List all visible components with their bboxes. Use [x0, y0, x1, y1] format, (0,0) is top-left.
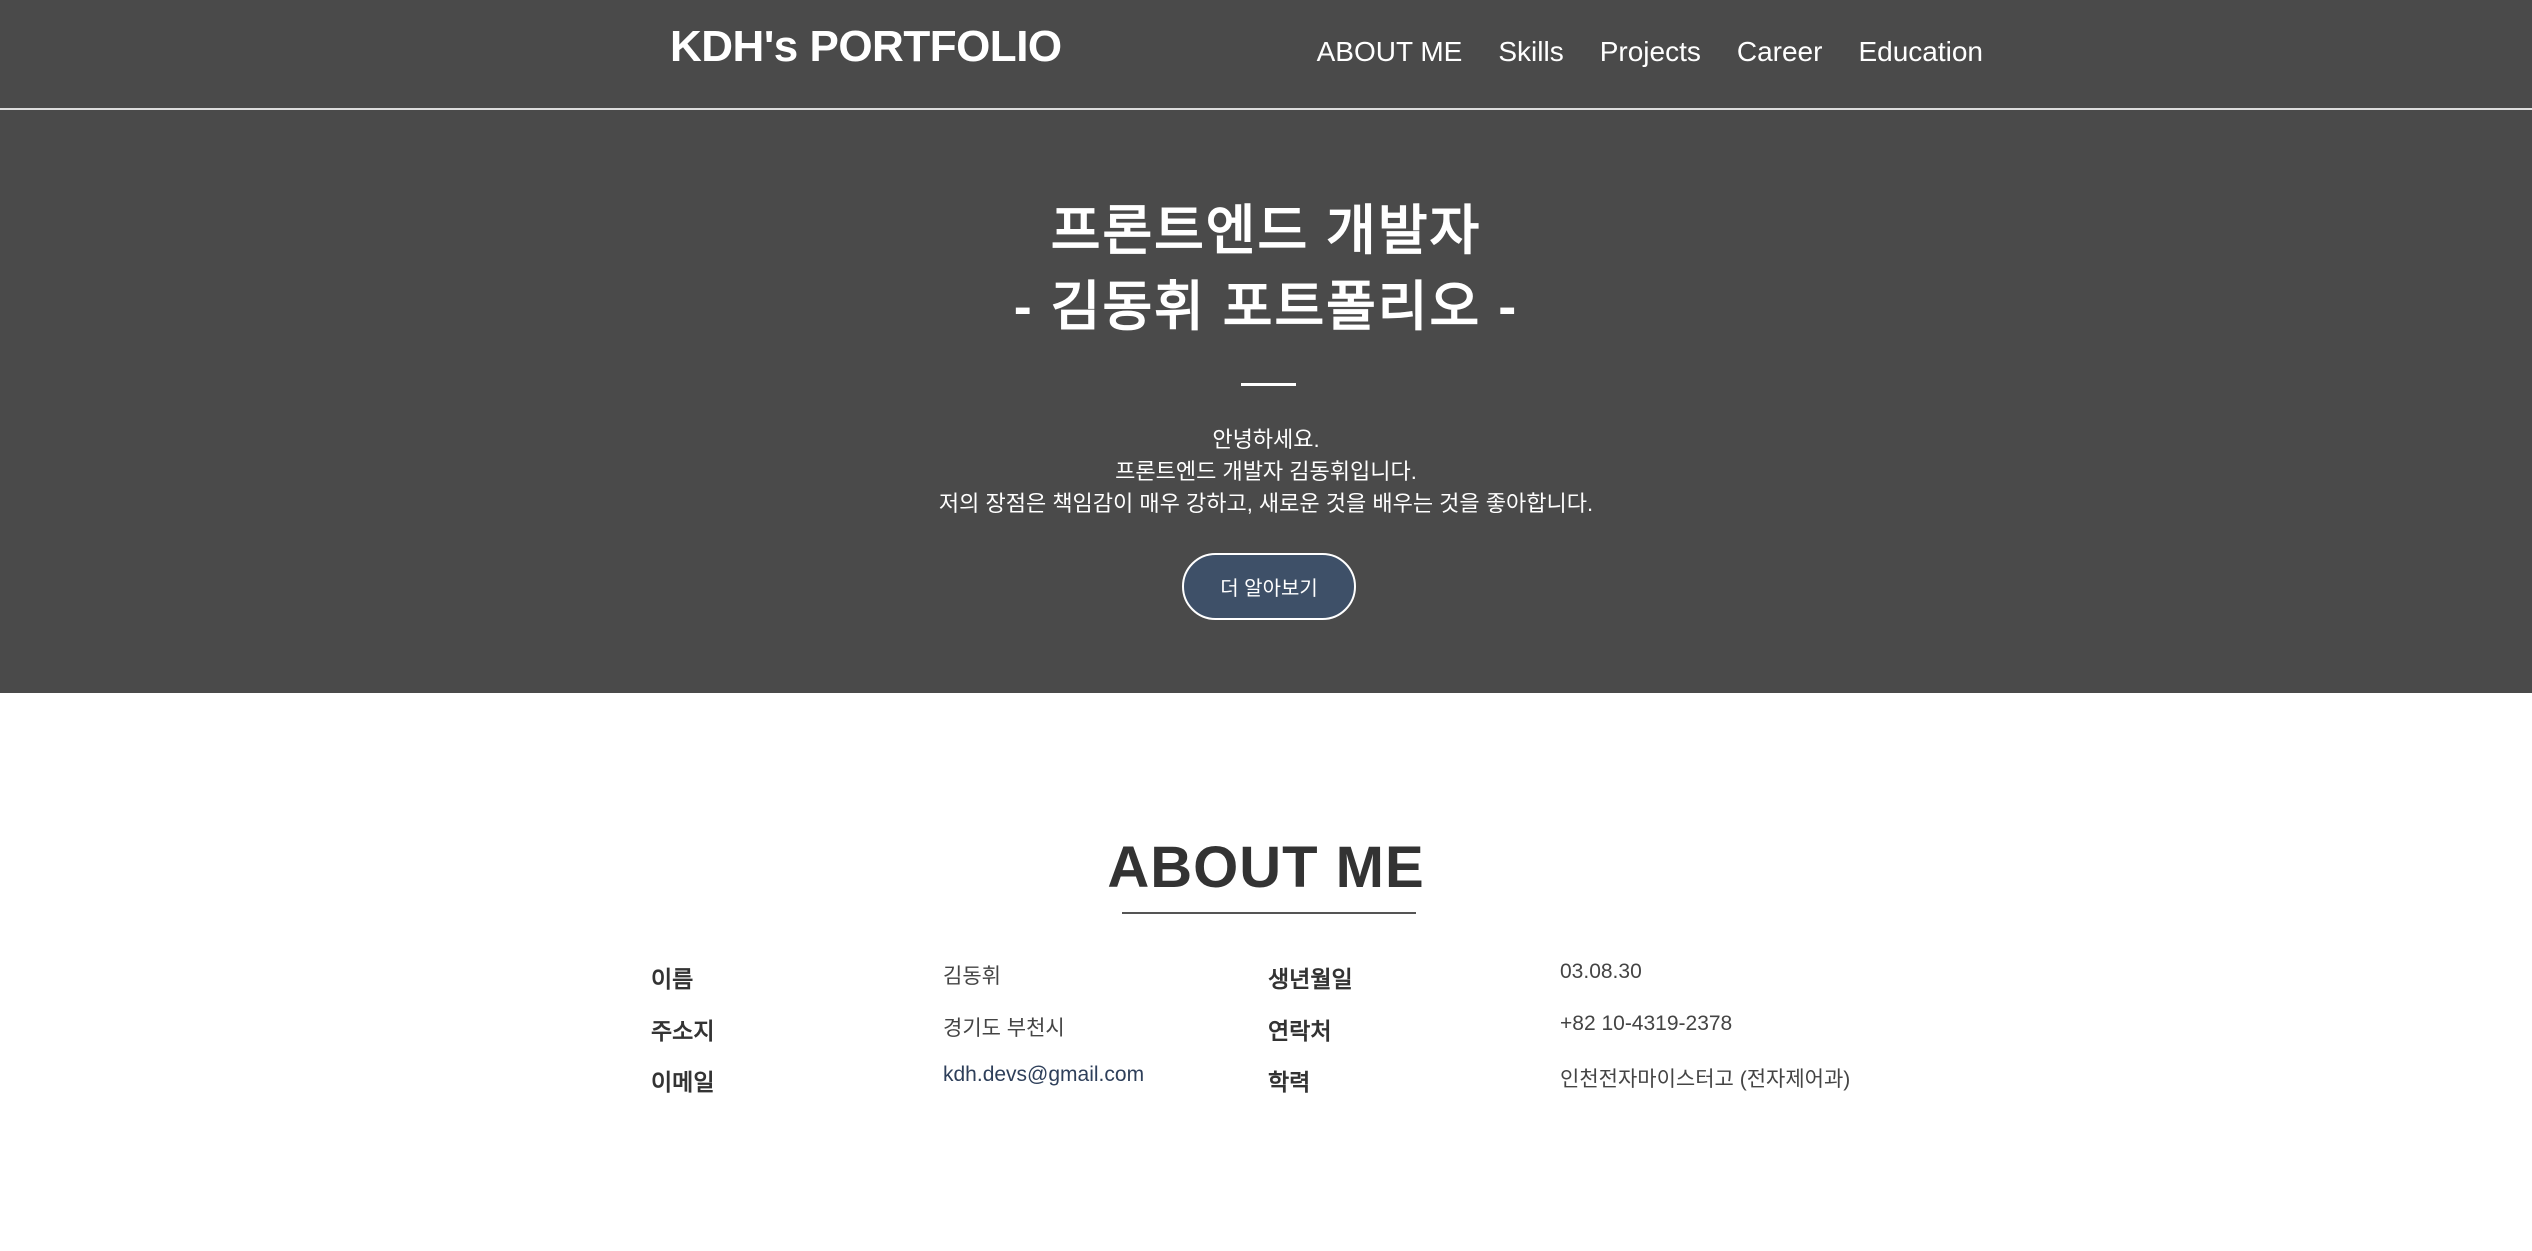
field-label-address: 주소지 [651, 1018, 715, 1044]
field-label-contact: 연락처 [1268, 1018, 1332, 1044]
nav-projects[interactable]: Projects [1600, 36, 1701, 68]
field-value-address: 경기도 부천시 [943, 1017, 1065, 1040]
learn-more-button[interactable]: 더 알아보기 [1182, 553, 1356, 620]
field-value-name: 김동휘 [943, 965, 1001, 988]
about-title-underline [1122, 912, 1416, 914]
hero-divider [1241, 383, 1296, 386]
field-value-birth: 03.08.30 [1560, 960, 1642, 983]
nav-skills[interactable]: Skills [1498, 36, 1563, 68]
top-navbar: KDH's PORTFOLIO ABOUT ME Skills Projects… [0, 0, 2532, 110]
about-title: ABOUT ME [1107, 835, 1425, 900]
hero-intro-line: 프론트엔드 개발자 김동휘입니다. [1115, 459, 1417, 484]
nav-education[interactable]: Education [1858, 36, 1983, 68]
hero-title-line1: 프론트엔드 개발자 [1050, 201, 1482, 261]
nav-about-me[interactable]: ABOUT ME [1317, 36, 1463, 68]
nav-career[interactable]: Career [1737, 36, 1823, 68]
hero-section: 프론트엔드 개발자 - 김동휘 포트폴리오 - 안녕하세요. 프론트엔드 개발자… [0, 110, 2532, 693]
hero-intro-line: 안녕하세요. [1212, 427, 1320, 452]
field-label-birth: 생년월일 [1268, 966, 1353, 992]
hero-title-line2: - 김동휘 포트폴리오 - [1013, 277, 1519, 337]
field-value-email[interactable]: kdh.devs@gmail.com [943, 1063, 1144, 1087]
field-label-email: 이메일 [651, 1069, 715, 1095]
field-label-name: 이름 [651, 966, 694, 992]
hero-intro-line: 저의 장점은 책임감이 매우 강하고, 새로운 것을 배우는 것을 좋아합니다. [938, 491, 1594, 516]
nav-menu: ABOUT ME Skills Projects Career Educatio… [1317, 36, 1983, 68]
site-logo[interactable]: KDH's PORTFOLIO [670, 22, 1062, 72]
field-label-education: 학력 [1268, 1069, 1311, 1095]
field-value-education: 인천전자마이스터고 (전자제어과) [1560, 1068, 1851, 1091]
field-value-contact: +82 10-4319-2378 [1560, 1012, 1733, 1035]
